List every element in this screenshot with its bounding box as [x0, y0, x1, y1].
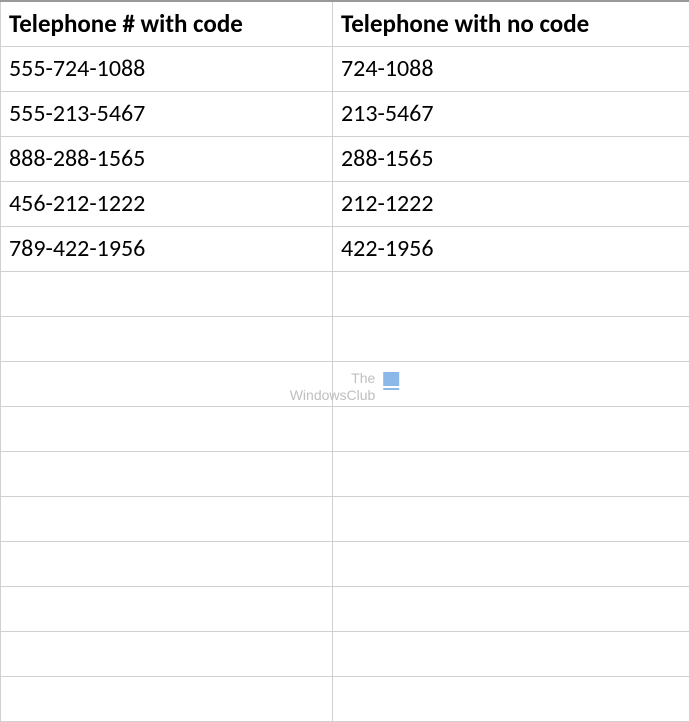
table-row: 555-213-5467213-5467 [1, 91, 689, 136]
cell-a[interactable] [1, 271, 333, 316]
cell-b[interactable] [333, 406, 689, 451]
header-row: Telephone # with code Telephone with no … [1, 1, 689, 46]
cell-b[interactable] [333, 586, 689, 631]
table-body: 555-724-1088724-1088555-213-5467213-5467… [1, 46, 689, 721]
cell-b[interactable] [333, 271, 689, 316]
cell-a[interactable] [1, 451, 333, 496]
cell-b[interactable] [333, 316, 689, 361]
table-row [1, 586, 689, 631]
table-row [1, 361, 689, 406]
cell-b[interactable]: 288-1565 [333, 136, 689, 181]
table-row: 456-212-1222212-1222 [1, 181, 689, 226]
table-row: 888-288-1565288-1565 [1, 136, 689, 181]
table-row [1, 406, 689, 451]
table-row: 555-724-1088724-1088 [1, 46, 689, 91]
cell-a[interactable]: 456-212-1222 [1, 181, 333, 226]
cell-b[interactable] [333, 631, 689, 676]
cell-b[interactable]: 212-1222 [333, 181, 689, 226]
table-row [1, 271, 689, 316]
cell-a[interactable] [1, 676, 333, 721]
table-row [1, 451, 689, 496]
cell-a[interactable] [1, 316, 333, 361]
cell-b[interactable] [333, 496, 689, 541]
cell-a[interactable] [1, 586, 333, 631]
cell-a[interactable] [1, 361, 333, 406]
cell-a[interactable]: 555-213-5467 [1, 91, 333, 136]
cell-a[interactable] [1, 406, 333, 451]
table-row [1, 631, 689, 676]
cell-a[interactable] [1, 631, 333, 676]
cell-b[interactable]: 213-5467 [333, 91, 689, 136]
cell-b[interactable]: 724-1088 [333, 46, 689, 91]
table-row [1, 496, 689, 541]
table-row: 789-422-1956422-1956 [1, 226, 689, 271]
cell-b[interactable] [333, 361, 689, 406]
header-cell-a[interactable]: Telephone # with code [1, 1, 333, 46]
spreadsheet-table: Telephone # with code Telephone with no … [0, 0, 689, 722]
cell-b[interactable] [333, 676, 689, 721]
header-cell-b[interactable]: Telephone with no code [333, 1, 689, 46]
cell-a[interactable]: 888-288-1565 [1, 136, 333, 181]
cell-a[interactable]: 555-724-1088 [1, 46, 333, 91]
cell-a[interactable] [1, 496, 333, 541]
cell-a[interactable] [1, 541, 333, 586]
cell-b[interactable]: 422-1956 [333, 226, 689, 271]
table-row [1, 541, 689, 586]
cell-a[interactable]: 789-422-1956 [1, 226, 333, 271]
cell-b[interactable] [333, 451, 689, 496]
cell-b[interactable] [333, 541, 689, 586]
table-row [1, 676, 689, 721]
table-row [1, 316, 689, 361]
